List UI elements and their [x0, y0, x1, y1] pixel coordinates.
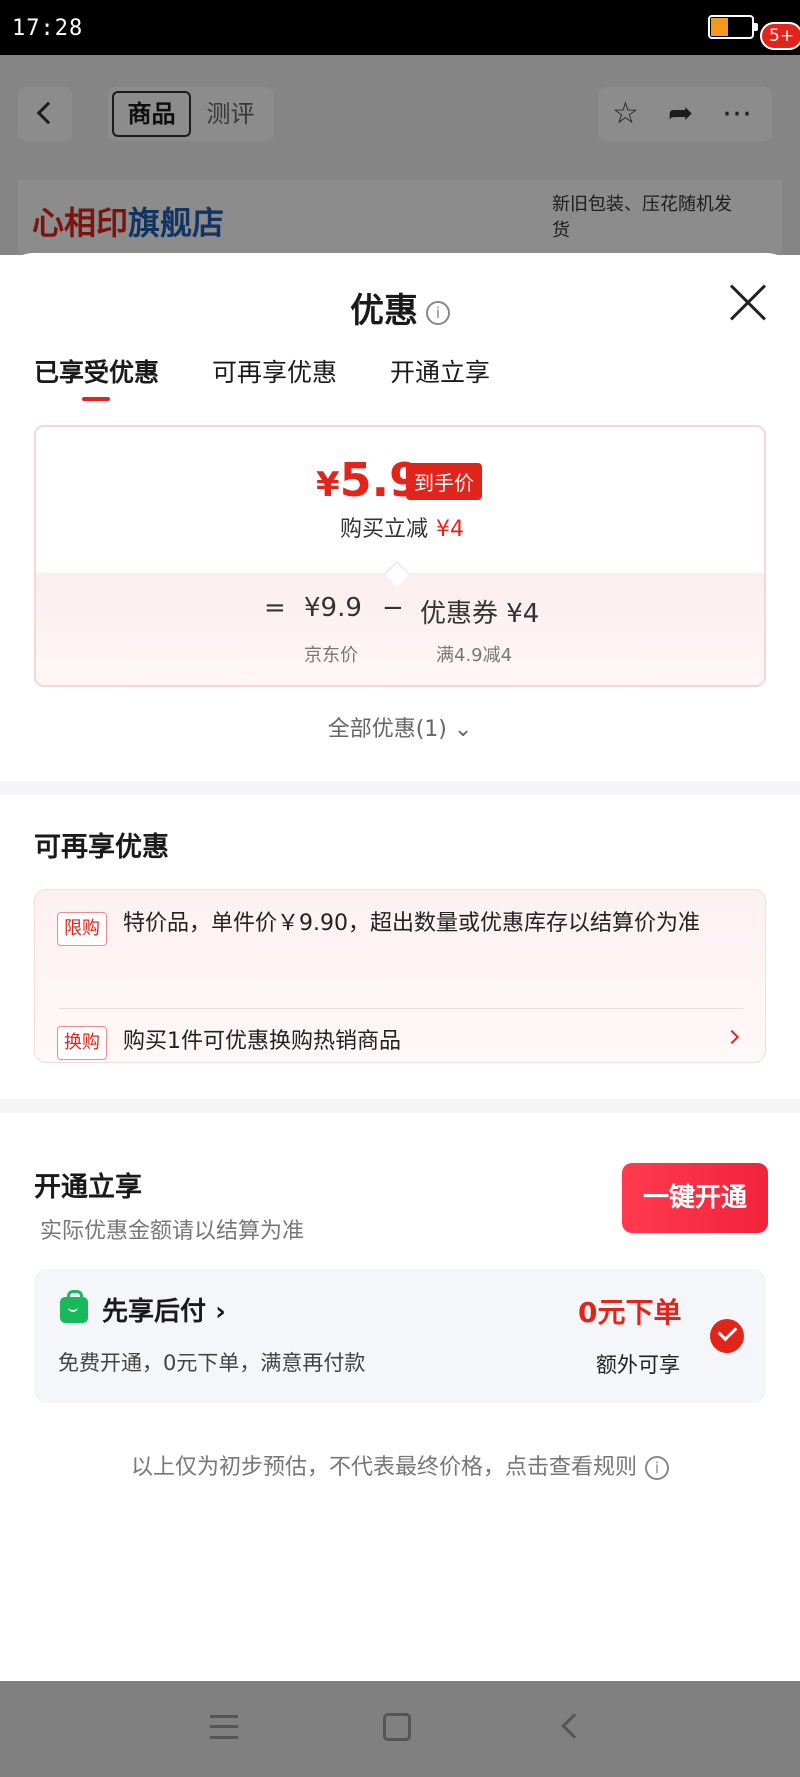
close-icon[interactable] [728, 283, 768, 323]
shopping-bag-icon [60, 1290, 88, 1323]
back-icon[interactable] [561, 1713, 587, 1739]
section-divider [0, 781, 800, 795]
system-nav-bar [0, 1681, 800, 1777]
pay-later-desc: 免费开通，0元下单，满意再付款 [58, 1351, 366, 1375]
jd-price: ¥9.9 [304, 593, 362, 623]
active-tab-indicator [82, 397, 110, 401]
checkmark-icon[interactable] [710, 1319, 744, 1353]
equals-sign: = [264, 593, 286, 623]
extra-benefit-label: 额外可享 [596, 1353, 680, 1377]
price-breakdown-bg [36, 573, 764, 685]
promo-divider [59, 1008, 743, 1009]
rules-info-icon[interactable]: i [645, 1456, 669, 1480]
home-icon[interactable] [383, 1713, 411, 1741]
coupon-amount: 优惠券 ¥4 [420, 599, 540, 629]
zero-order-highlight: 0元下单 [578, 1296, 682, 1329]
tab-enjoyed[interactable]: 已享受优惠 [34, 353, 159, 389]
price-card: ¥5.9 到手价 购买立减 ¥4 = ¥9.9 − 优惠券 ¥4 京东价 满4.9… [34, 425, 766, 687]
sheet-title: 优惠 i [0, 283, 800, 332]
section-divider-2 [0, 1099, 800, 1113]
instant-reduce: 购买立减 ¥4 [339, 517, 464, 542]
more-promotions-title: 可再享优惠 [34, 832, 169, 863]
promotion-sheet: 优惠 i 已享受优惠 可再享优惠 开通立享 ¥5.9 到手价 购买立减 ¥4 = ¥… [0, 253, 800, 1681]
final-price-tag: 到手价 [406, 463, 482, 500]
pay-later-card[interactable]: 先享后付 › 免费开通，0元下单，满意再付款 0元下单 额外可享 [34, 1269, 766, 1403]
price-disclaimer[interactable]: 以上仅为初步预估，不代表最终价格，点击查看规则 i [0, 1449, 800, 1481]
chevron-down-icon: ⌄ [453, 717, 473, 742]
open-now-button[interactable]: 一键开通 [622, 1163, 768, 1233]
open-section-title: 开通立享 [34, 1172, 142, 1203]
coupon-rule: 满4.9减4 [436, 645, 513, 666]
battery-icon [708, 15, 758, 39]
tab-open[interactable]: 开通立享 [390, 353, 490, 389]
jd-price-label: 京东价 [304, 645, 358, 666]
open-section-note: 实际优惠金额请以结算为准 [40, 1219, 305, 1244]
minus-sign: − [382, 593, 404, 623]
message-badge: 5+ [760, 22, 800, 50]
status-bar: 17:28 [0, 0, 800, 55]
status-time: 17:28 [12, 16, 84, 41]
all-promotions-toggle[interactable]: 全部优惠(1) ⌄ [0, 711, 800, 743]
overlay-dim[interactable] [0, 55, 800, 255]
promo-tag-exchange: 换购 [57, 1026, 107, 1060]
tab-more[interactable]: 可再享优惠 [212, 353, 337, 389]
more-promotions-card: 限购 特价品，单件价￥9.90，超出数量或优惠库存以结算价为准 换购 购买1件可… [34, 889, 766, 1063]
menu-icon[interactable] [210, 1715, 238, 1739]
promo-text-exchange: 购买1件可优惠换购热销商品 [123, 1029, 401, 1054]
promo-tag-limit: 限购 [57, 912, 107, 946]
pay-later-title[interactable]: 先享后付 › [102, 1291, 226, 1328]
promo-text-limit: 特价品，单件价￥9.90，超出数量或优惠库存以结算价为准 [123, 911, 700, 936]
info-icon[interactable]: i [426, 300, 450, 325]
